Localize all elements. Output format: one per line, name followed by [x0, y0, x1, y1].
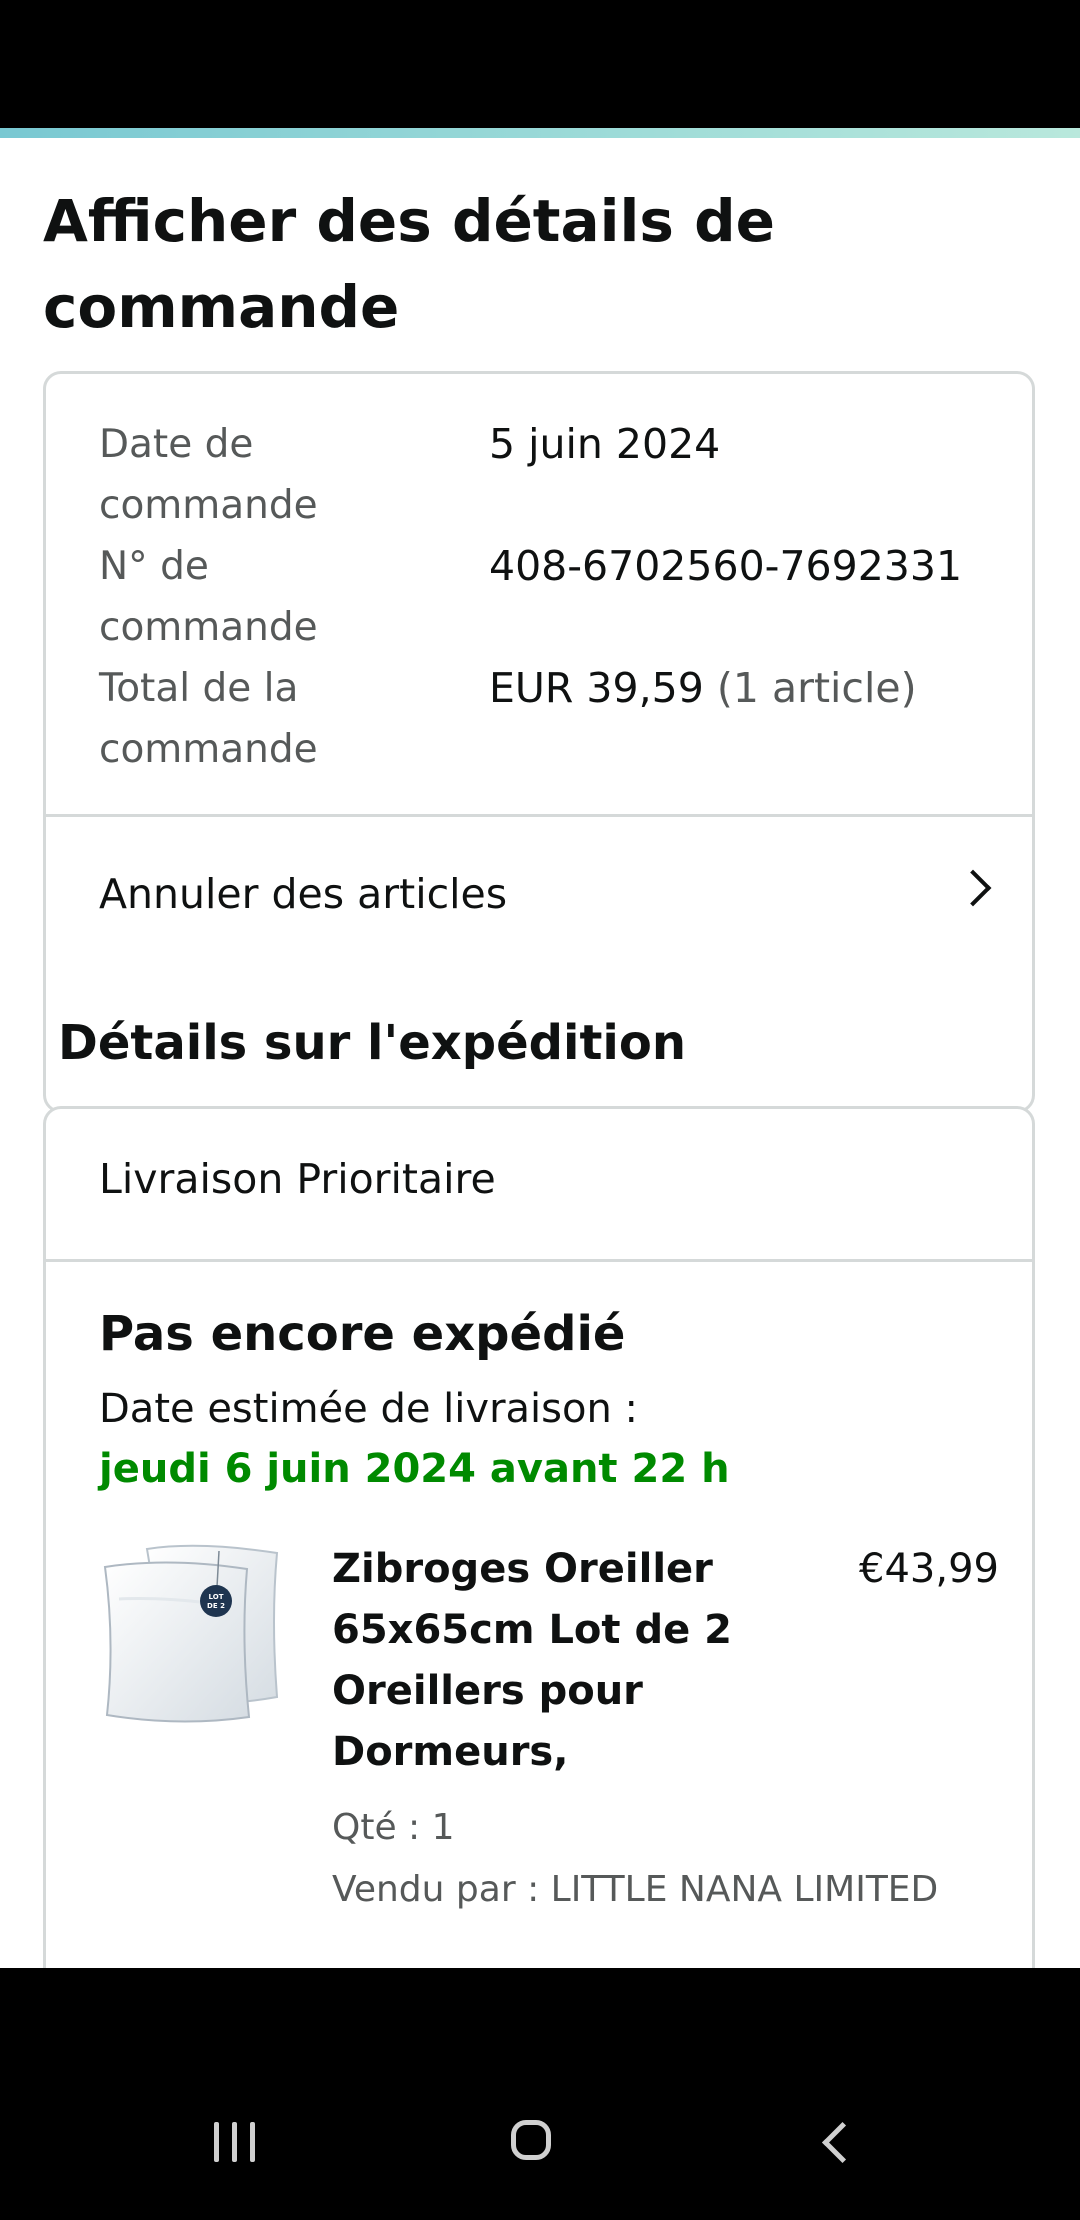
- chevron-right-icon: [954, 869, 992, 907]
- order-total-row: Total de la commande EUR 39,59 (1 articl…: [99, 658, 999, 780]
- pillow-image-icon: LOT DE 2: [103, 1544, 279, 1723]
- order-number-row: N° de commande 408-6702560-7692331: [99, 536, 999, 658]
- recents-icon-bar: [232, 2122, 237, 2162]
- home-button[interactable]: [490, 2098, 580, 2188]
- cancel-items-row[interactable]: Annuler des articles: [46, 817, 1032, 971]
- shipment-section-title: Détails sur l'expédition: [58, 1015, 686, 1071]
- shipment-status-block: Pas encore expédié Date estimée de livra…: [99, 1299, 999, 1499]
- eta-value: jeudi 6 juin 2024 avant 22 h: [99, 1446, 730, 1492]
- product-seller: Vendu par : LITTLE NANA LIMITED: [332, 1869, 939, 1910]
- shipment-status: Pas encore expédié: [99, 1306, 626, 1362]
- accent-line: [0, 128, 1080, 138]
- product-quantity: Qté : 1: [332, 1807, 455, 1848]
- recents-button[interactable]: [190, 2098, 280, 2188]
- order-number-value: 408-6702560-7692331: [489, 542, 963, 590]
- recents-icon-bar: [250, 2122, 255, 2162]
- order-total-value: EUR 39,59 (1 article): [489, 658, 917, 719]
- shipping-method: Livraison Prioritaire: [99, 1155, 496, 1203]
- product-title-link[interactable]: Zibroges Oreiller 65x65cm Lot de 2 Oreil…: [332, 1539, 742, 1783]
- system-nav-bar: [0, 1968, 1080, 2220]
- back-button[interactable]: [790, 2098, 880, 2188]
- svg-text:LOT: LOT: [209, 1593, 224, 1601]
- order-date-row: Date de commande 5 juin 2024: [99, 414, 999, 536]
- back-icon: [821, 2121, 864, 2164]
- status-bar: [0, 0, 1080, 128]
- recents-icon: [214, 2122, 219, 2162]
- cancel-items-label: Annuler des articles: [99, 870, 508, 918]
- product-price: €43,99: [859, 1546, 999, 1592]
- order-summary-card: Date de commande 5 juin 2024 N° de comma…: [43, 371, 1035, 1113]
- order-date-label: Date de commande: [99, 422, 318, 528]
- eta-label: Date estimée de livraison :: [99, 1386, 639, 1432]
- product-image[interactable]: LOT DE 2: [99, 1539, 289, 1729]
- order-total-count: (1 article): [716, 664, 917, 712]
- page-title: Afficher des détails de commande: [43, 187, 775, 341]
- svg-text:DE 2: DE 2: [207, 1602, 225, 1610]
- order-total-amount: EUR 39,59: [489, 664, 704, 712]
- order-summary: Date de commande 5 juin 2024 N° de comma…: [99, 414, 999, 780]
- order-total-label: Total de la commande: [99, 666, 318, 772]
- divider: [46, 1259, 1032, 1262]
- order-date-value: 5 juin 2024: [489, 420, 721, 468]
- shipment-card: Livraison Prioritaire Pas encore expédié…: [43, 1106, 1035, 1968]
- home-icon: [511, 2120, 551, 2160]
- order-number-label: N° de commande: [99, 544, 318, 650]
- page-content[interactable]: Afficher des détails de commande Date de…: [0, 138, 1080, 1968]
- product-item: LOT DE 2 Zibroges Oreiller 65x65cm Lot d…: [99, 1539, 999, 1919]
